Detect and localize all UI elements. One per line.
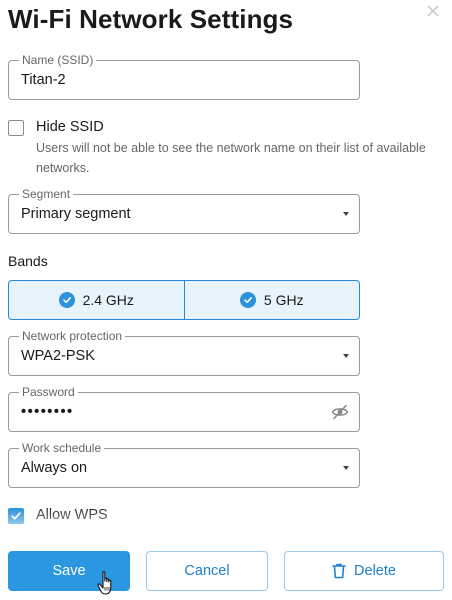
delete-button[interactable]: Delete — [284, 551, 444, 591]
check-circle-icon — [239, 292, 256, 308]
segment-select[interactable]: Segment Primary segment — [8, 187, 360, 234]
check-icon — [11, 512, 21, 520]
close-button[interactable] — [424, 2, 442, 20]
check-circle-icon — [58, 292, 75, 308]
segment-value: Primary segment — [21, 206, 131, 222]
dialog-title: Wi-Fi Network Settings — [8, 4, 294, 34]
password-value: •••••••• — [21, 404, 74, 420]
password-field[interactable]: Password •••••••• — [8, 385, 360, 432]
bands-toggle-group: 2.4 GHz 5 GHz — [8, 280, 360, 320]
band-2-4ghz[interactable]: 2.4 GHz — [9, 281, 184, 319]
ssid-field[interactable]: Name (SSID) Titan-2 — [8, 53, 360, 100]
save-button[interactable]: Save — [8, 551, 130, 591]
hide-ssid-checkbox[interactable] — [8, 120, 24, 136]
close-icon — [427, 5, 439, 17]
allow-wps-checkbox[interactable] — [8, 508, 24, 524]
work-schedule-value: Always on — [21, 460, 88, 476]
hide-ssid-hint: Users will not be able to see the networ… — [36, 141, 426, 175]
hide-ssid-label: Hide SSID — [36, 119, 104, 135]
work-schedule-select[interactable]: Work schedule Always on — [8, 441, 360, 488]
network-protection-value: WPA2-PSK — [21, 348, 95, 364]
trash-icon — [332, 563, 346, 579]
band-5ghz[interactable]: 5 GHz — [183, 281, 360, 319]
delete-button-label: Delete — [354, 563, 396, 579]
chevron-down-icon — [343, 212, 349, 216]
band-2-4ghz-label: 2.4 GHz — [82, 292, 134, 308]
band-5ghz-label: 5 GHz — [263, 292, 304, 308]
chevron-down-icon — [343, 466, 349, 470]
bands-label: Bands — [8, 253, 48, 269]
chevron-down-icon — [343, 354, 349, 358]
network-protection-select[interactable]: Network protection WPA2-PSK — [8, 329, 360, 376]
eye-off-icon[interactable] — [331, 403, 349, 421]
cancel-button[interactable]: Cancel — [146, 551, 268, 591]
allow-wps-label: Allow WPS — [36, 507, 108, 523]
ssid-value: Titan-2 — [21, 72, 66, 88]
